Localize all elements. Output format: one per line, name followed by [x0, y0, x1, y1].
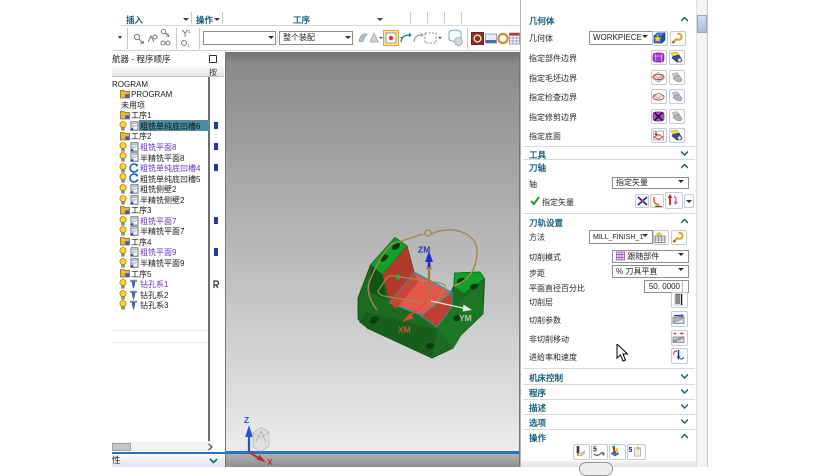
- svg-text:XM: XM: [398, 325, 411, 335]
- svg-text:1: 1: [187, 43, 190, 48]
- svg-text:5: 5: [629, 447, 633, 454]
- svg-text:1: 1: [188, 29, 191, 34]
- svg-text:Z: Z: [244, 415, 249, 425]
- svg-text:5: 5: [593, 447, 597, 454]
- svg-text:ZM: ZM: [418, 245, 430, 255]
- svg-text:YM: YM: [459, 313, 472, 323]
- svg-text:X: X: [267, 457, 273, 467]
